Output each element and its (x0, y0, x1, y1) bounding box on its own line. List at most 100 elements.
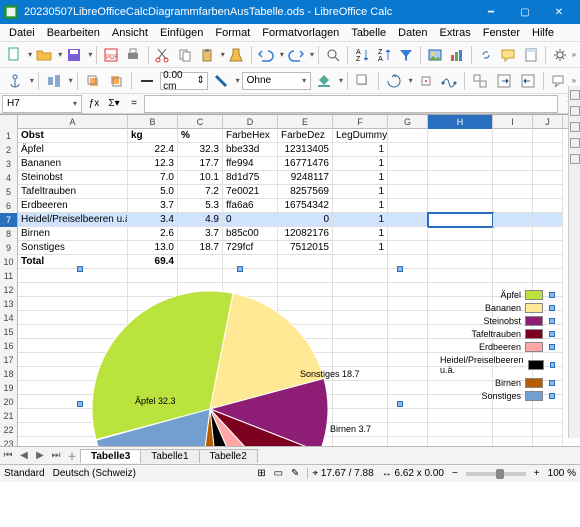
row-header-1[interactable]: 1 (0, 129, 18, 143)
cell[interactable] (333, 255, 388, 269)
sum-button[interactable]: Σ▾ (104, 98, 124, 109)
cell[interactable]: LegDummy (333, 129, 388, 143)
cell[interactable] (388, 157, 428, 171)
settings-button[interactable] (550, 44, 570, 66)
column-header-C[interactable]: C (178, 115, 223, 129)
bring-front-button[interactable] (82, 70, 104, 92)
close-button[interactable]: ✕ (542, 0, 576, 24)
cell[interactable] (493, 199, 533, 213)
enter-group-button[interactable] (493, 70, 515, 92)
insert-chart-button[interactable] (447, 44, 467, 66)
cell[interactable]: 1 (333, 199, 388, 213)
cell[interactable] (388, 213, 428, 227)
insert-image-button[interactable] (425, 44, 445, 66)
menu-formatvorlagen[interactable]: Formatvorlagen (257, 26, 344, 40)
cell[interactable]: 1 (333, 157, 388, 171)
cell[interactable]: FarbeDez (278, 129, 333, 143)
cell[interactable]: Sonstiges (18, 241, 128, 255)
cell[interactable] (533, 157, 563, 171)
cell[interactable]: 18.7 (178, 241, 223, 255)
cell[interactable] (428, 143, 493, 157)
menu-hilfe[interactable]: Hilfe (527, 26, 559, 40)
menu-ansicht[interactable]: Ansicht (107, 26, 153, 40)
cell[interactable]: 22.4 (128, 143, 178, 157)
cell[interactable]: 16771476 (278, 157, 333, 171)
column-header-B[interactable]: B (128, 115, 178, 129)
cell[interactable] (388, 171, 428, 185)
group-button[interactable] (469, 70, 491, 92)
cell[interactable]: 1 (333, 185, 388, 199)
caption-button[interactable] (548, 70, 570, 92)
cell[interactable] (493, 255, 533, 269)
cell[interactable]: 12.3 (128, 157, 178, 171)
cell[interactable]: 9248117 (278, 171, 333, 185)
align-objects-button[interactable] (43, 70, 65, 92)
copy-button[interactable] (175, 44, 195, 66)
menu-extras[interactable]: Extras (435, 26, 476, 40)
save-button[interactable] (64, 44, 84, 66)
column-header-D[interactable]: D (223, 115, 278, 129)
cell[interactable]: Total (18, 255, 128, 269)
send-back-button[interactable] (105, 70, 127, 92)
cell[interactable] (533, 409, 563, 423)
row-header-16[interactable]: 16 (0, 339, 18, 353)
redo-button[interactable] (286, 44, 306, 66)
column-header-H[interactable]: H (428, 115, 493, 129)
cell[interactable]: 8d1d75 (223, 171, 278, 185)
column-header-J[interactable]: J (533, 115, 563, 129)
select-all-corner[interactable] (0, 115, 18, 129)
cell[interactable]: 7.0 (128, 171, 178, 185)
line-color-button[interactable] (210, 70, 232, 92)
cell[interactable] (533, 269, 563, 283)
column-header-F[interactable]: F (333, 115, 388, 129)
cell[interactable] (533, 129, 563, 143)
pie-chart-object[interactable]: Äpfel 32.3Bananen 17.7Steinobst 10.1Tafe… (80, 269, 400, 446)
zoom-out-button[interactable]: − (452, 468, 458, 479)
cell[interactable] (493, 157, 533, 171)
cell[interactable]: 3.7 (178, 227, 223, 241)
row-header-14[interactable]: 14 (0, 311, 18, 325)
anchor-button[interactable] (4, 70, 26, 92)
cell[interactable]: Bananen (18, 157, 128, 171)
cell[interactable]: Tafeltrauben (18, 185, 128, 199)
cell[interactable] (278, 255, 333, 269)
cell[interactable] (533, 199, 563, 213)
menu-fenster[interactable]: Fenster (478, 26, 525, 40)
row-header-9[interactable]: 9 (0, 241, 18, 255)
sidebar-properties-icon[interactable] (570, 90, 580, 100)
insert-comment-button[interactable] (498, 44, 518, 66)
undo-button[interactable] (256, 44, 276, 66)
cell[interactable] (388, 185, 428, 199)
cell[interactable] (388, 241, 428, 255)
rotate-button[interactable] (415, 70, 437, 92)
row-header-6[interactable]: 6 (0, 199, 18, 213)
cell[interactable] (428, 171, 493, 185)
status-selection-mode[interactable]: ▭ (274, 468, 283, 479)
points-button[interactable] (438, 70, 460, 92)
find-button[interactable] (323, 44, 343, 66)
cell[interactable]: 1 (333, 227, 388, 241)
row-header-22[interactable]: 22 (0, 423, 18, 437)
cell[interactable] (178, 255, 223, 269)
cell[interactable] (533, 213, 563, 227)
row-header-23[interactable]: 23 (0, 437, 18, 446)
row-header-7[interactable]: 7 (0, 213, 18, 227)
cell[interactable] (493, 269, 533, 283)
cell[interactable] (428, 199, 493, 213)
cell[interactable] (493, 213, 533, 227)
cell[interactable] (493, 241, 533, 255)
row-header-2[interactable]: 2 (0, 143, 18, 157)
sheet-tab-Tabelle3[interactable]: Tabelle3 (80, 449, 141, 463)
cell[interactable]: 4.9 (178, 213, 223, 227)
pdf-export-button[interactable]: PDF (101, 44, 121, 66)
cell[interactable]: Birnen (18, 227, 128, 241)
minimize-button[interactable]: ━ (474, 0, 508, 24)
equals-button[interactable]: = (124, 98, 144, 109)
status-signature[interactable]: ✎ (291, 468, 299, 479)
sidebar-navigator-icon[interactable] (570, 138, 580, 148)
cell[interactable]: 2.6 (128, 227, 178, 241)
cell[interactable] (533, 437, 563, 446)
open-button[interactable] (34, 44, 54, 66)
maximize-button[interactable]: ▢ (508, 0, 542, 24)
add-sheet-button[interactable]: ＋ (64, 448, 80, 463)
